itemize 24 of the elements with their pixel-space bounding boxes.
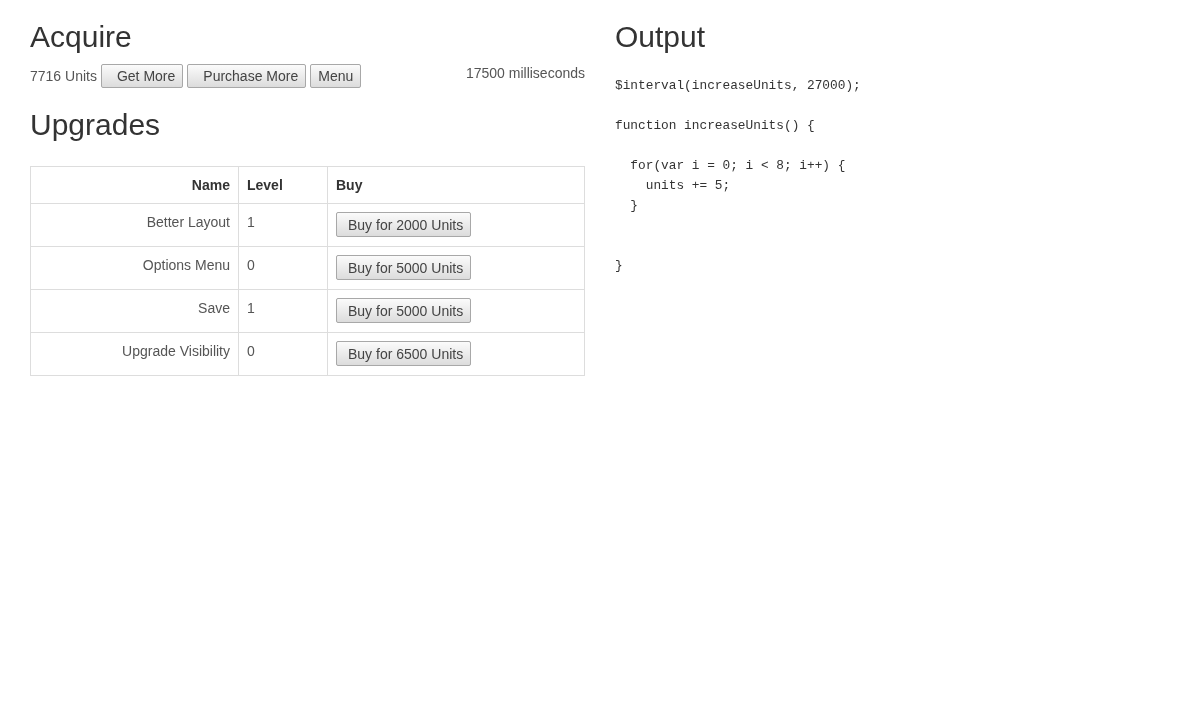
buy-button[interactable]: Buy for 2000 Units xyxy=(336,212,472,237)
table-cell: 1 xyxy=(238,203,328,247)
column-header: Level xyxy=(238,166,328,204)
table-cell: Save xyxy=(30,289,239,333)
action-button[interactable]: Get More xyxy=(100,64,184,88)
table-cell: Upgrade Visibility xyxy=(30,332,239,376)
section-heading: Upgrades xyxy=(30,108,161,141)
column-header: Buy xyxy=(327,166,585,204)
timer-text: 17500 milliseconds xyxy=(465,64,585,82)
buy-button[interactable]: Buy for 5000 Units xyxy=(336,298,472,323)
table-cell: Better Layout xyxy=(30,203,239,247)
buy-button[interactable]: Buy for 6500 Units xyxy=(336,341,472,366)
section-heading: Acquire xyxy=(30,20,132,53)
table-cell: 1 xyxy=(238,289,328,333)
table-cell: Options Menu xyxy=(30,246,239,290)
units-count: 7716 Units xyxy=(30,67,97,86)
action-button[interactable]: Purchase More xyxy=(187,64,307,88)
column-header: Name xyxy=(30,166,239,204)
code-text: $interval(increaseUnits, 27000); function increaseUnits() { for(var i = 0; i < 8; i++) { units += 5; } } xyxy=(615,77,861,275)
buy-button[interactable]: Buy for 5000 Units xyxy=(336,255,472,280)
table-cell: 0 xyxy=(238,332,328,376)
table-cell: 0 xyxy=(238,246,328,290)
section-heading: Output xyxy=(615,20,706,53)
action-button[interactable]: Menu xyxy=(310,64,362,88)
